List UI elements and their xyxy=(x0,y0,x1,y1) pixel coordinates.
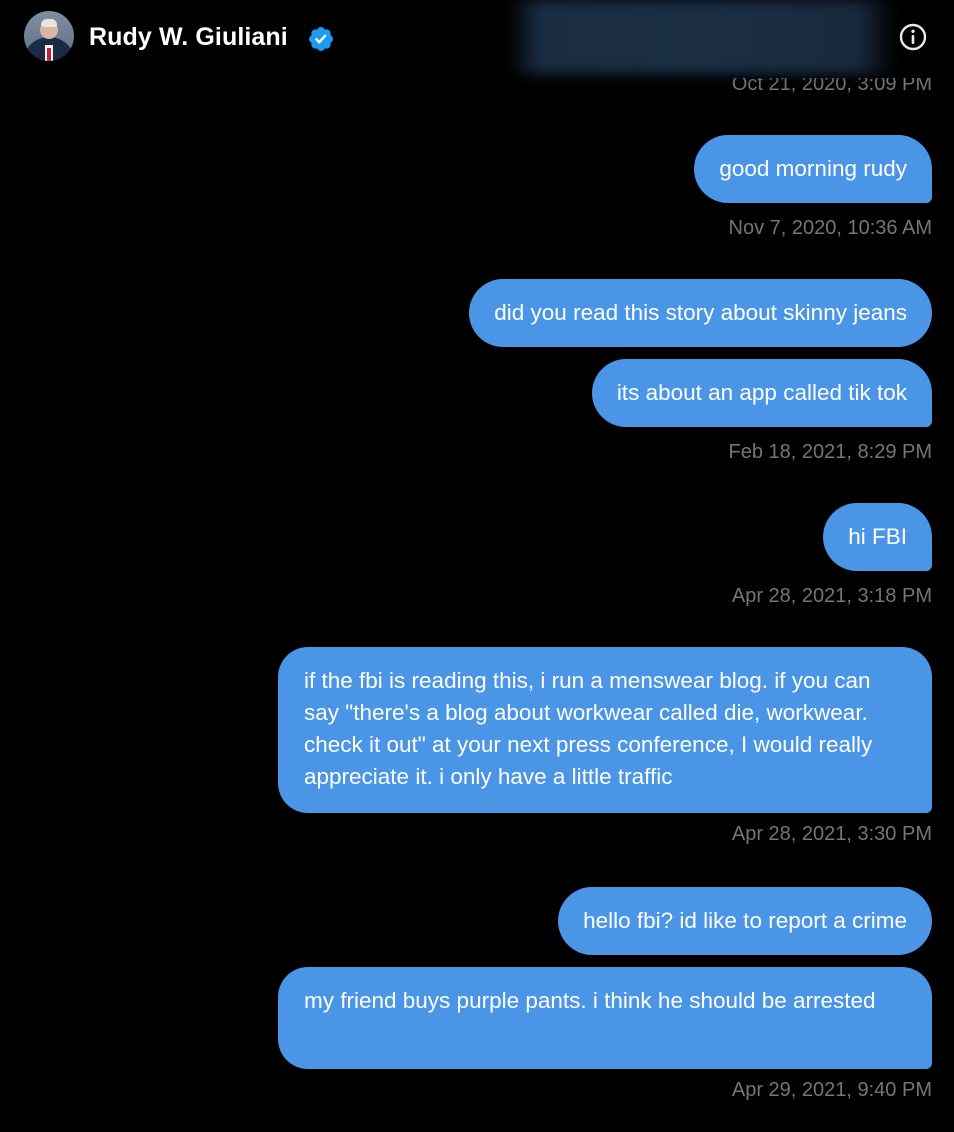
message-bubble[interactable]: did you read this story about skinny jea… xyxy=(469,279,932,347)
message-timestamp: Apr 28, 2021, 3:30 PM xyxy=(731,823,932,845)
contact-name[interactable]: Rudy W. Giuliani xyxy=(89,22,288,52)
message-timestamp: Apr 28, 2021, 3:18 PM xyxy=(731,585,932,607)
verified-badge-icon xyxy=(309,27,333,51)
message-timestamp: Feb 18, 2021, 8:29 PM xyxy=(728,441,932,463)
avatar-hair xyxy=(41,19,57,27)
avatar-tie xyxy=(47,48,51,61)
message-timestamp: Apr 29, 2021, 9:40 PM xyxy=(731,1079,932,1101)
message-bubble[interactable]: my friend buys purple pants. i think he … xyxy=(278,967,932,1069)
redacted-area xyxy=(508,0,896,74)
message-bubble[interactable]: if the fbi is reading this, i run a mens… xyxy=(278,647,932,813)
info-icon[interactable] xyxy=(898,22,928,52)
message-bubble[interactable]: good morning rudy xyxy=(694,135,932,203)
conversation-header: Rudy W. Giuliani xyxy=(0,0,954,78)
message-timestamp: Nov 7, 2020, 10:36 AM xyxy=(728,217,932,239)
avatar[interactable] xyxy=(24,11,74,61)
message-bubble[interactable]: its about an app called tik tok xyxy=(591,359,932,427)
message-bubble[interactable]: hello fbi? id like to report a crime xyxy=(558,887,932,955)
message-bubble[interactable]: hi FBI xyxy=(823,503,932,571)
